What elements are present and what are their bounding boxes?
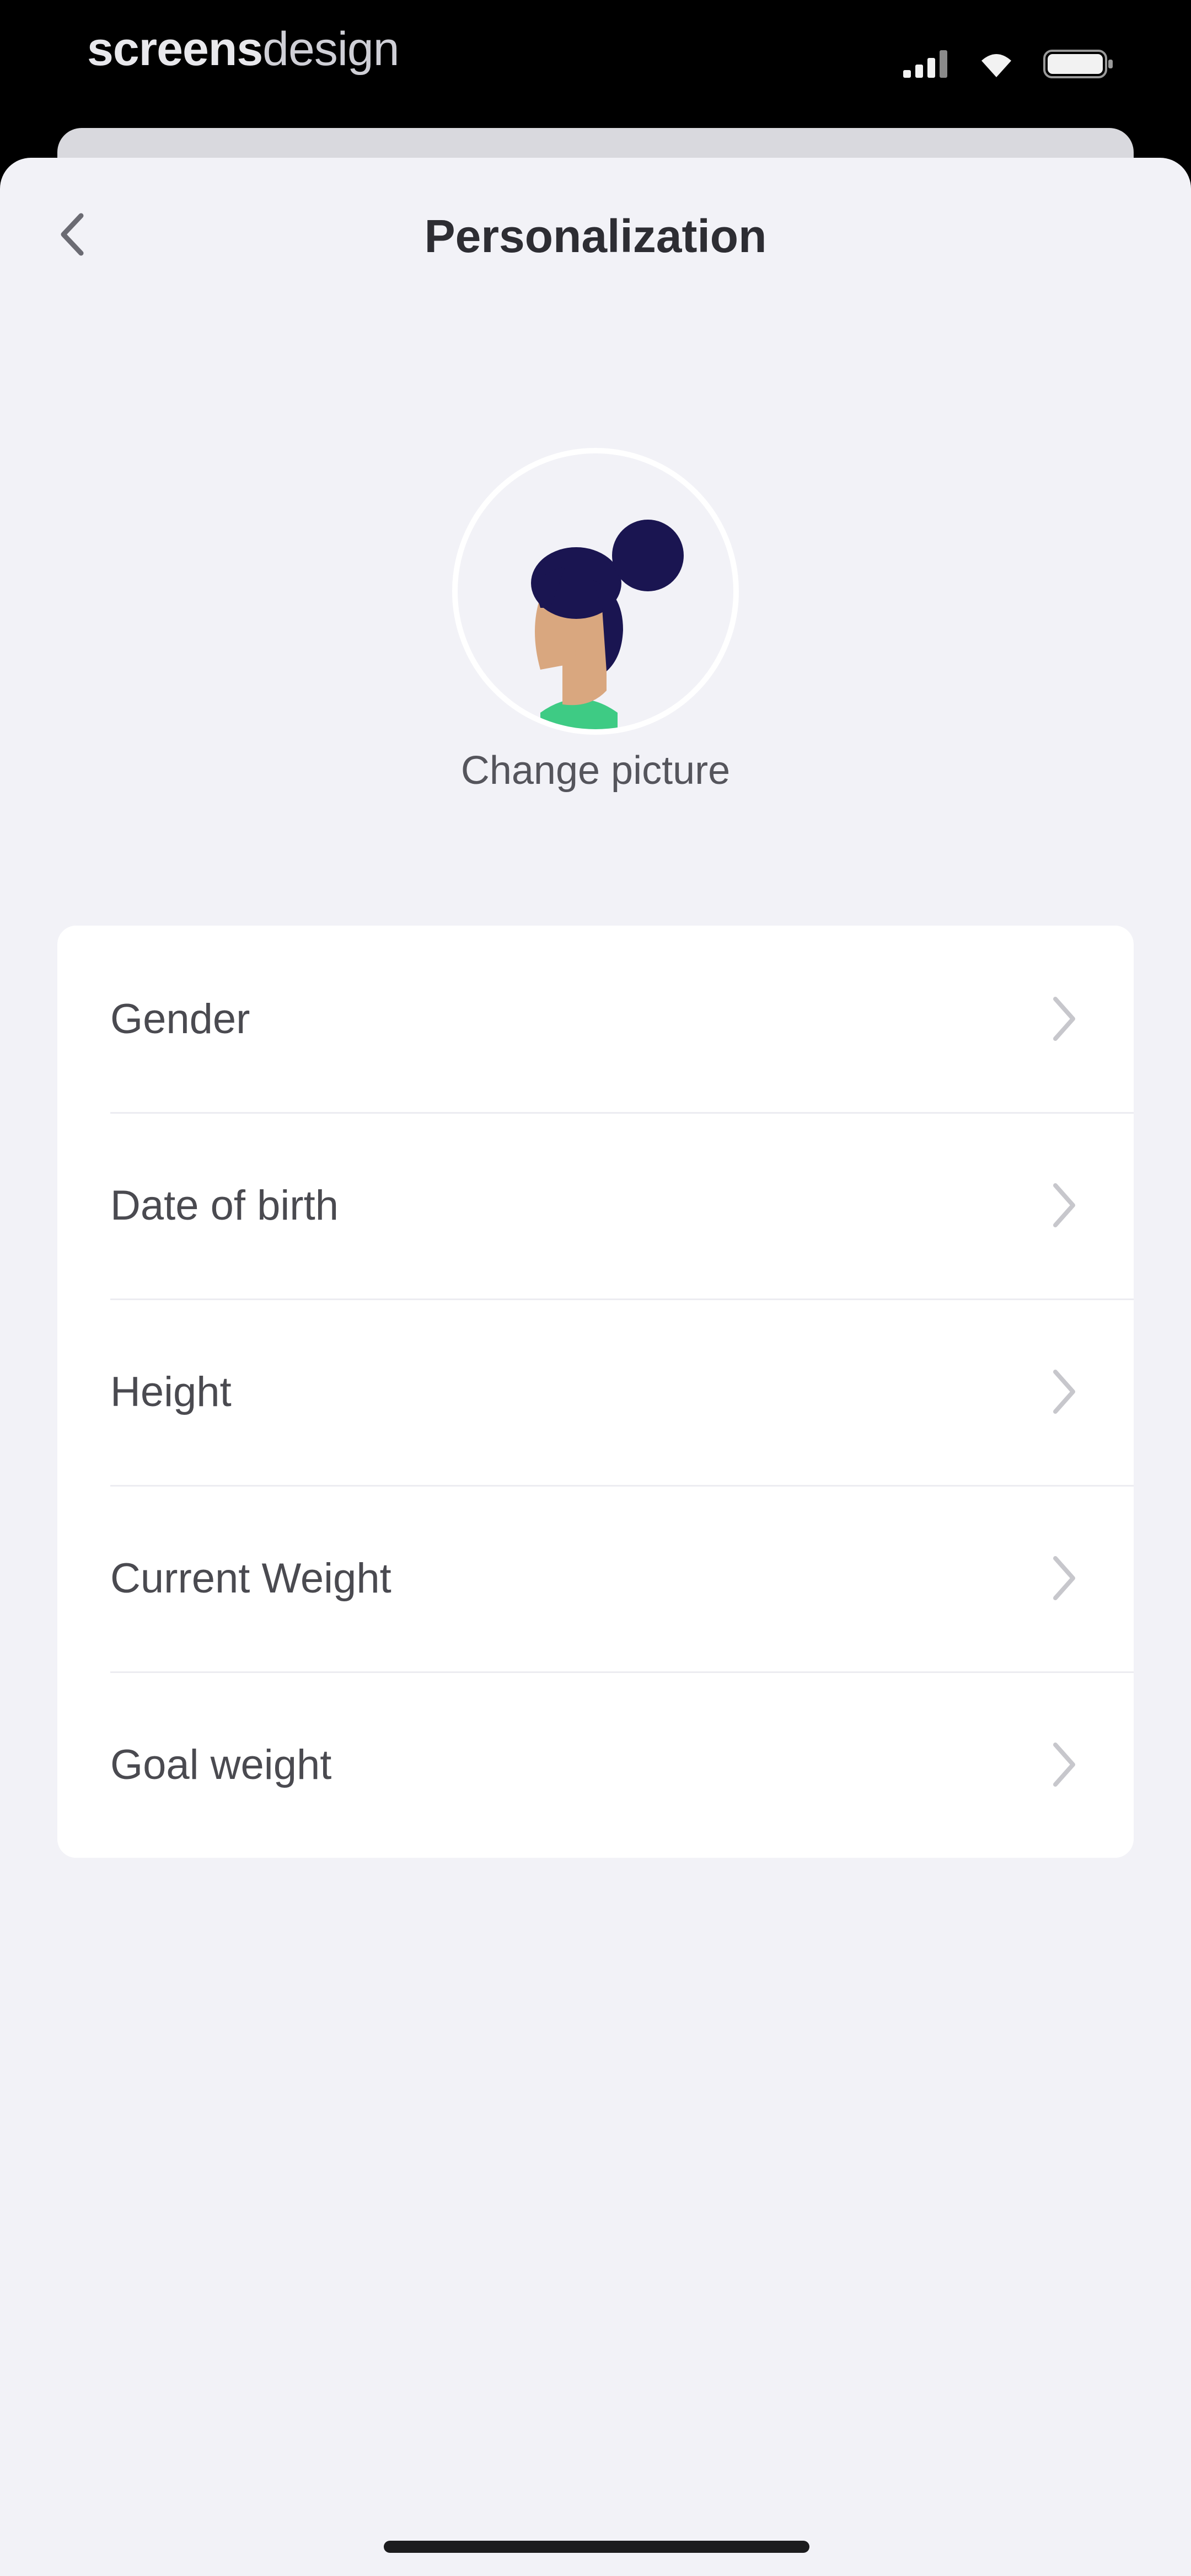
change-picture-button[interactable]: Change picture	[0, 748, 1191, 793]
status-icons	[903, 49, 1114, 79]
chevron-right-icon	[1053, 1556, 1075, 1600]
list-item-height[interactable]: Height	[57, 1298, 1134, 1485]
list-item-gender[interactable]: Gender	[57, 926, 1134, 1112]
woman-avatar-icon	[531, 520, 684, 729]
list-item-label: Height	[110, 1368, 232, 1415]
chevron-right-icon	[1053, 997, 1075, 1041]
personalization-list: Gender Date of birth Height Current Weig…	[57, 926, 1134, 1858]
chevron-right-icon	[1053, 1370, 1075, 1414]
page-title: Personalization	[424, 210, 767, 262]
status-bar: screensdesign	[0, 0, 1191, 132]
battery-icon	[1043, 50, 1113, 78]
list-item-date-of-birth[interactable]: Date of birth	[57, 1112, 1134, 1298]
brand-light-text: design	[262, 23, 399, 76]
list-item-current-weight[interactable]: Current Weight	[57, 1485, 1134, 1671]
wifi-icon	[981, 54, 1011, 77]
home-indicator[interactable]	[384, 2541, 809, 2553]
avatar[interactable]	[452, 448, 739, 735]
cellular-signal-icon	[903, 50, 947, 78]
brand-watermark: screensdesign	[87, 22, 400, 77]
chevron-right-icon	[1053, 1183, 1075, 1227]
list-item-label: Goal weight	[110, 1741, 332, 1788]
list-item-goal-weight[interactable]: Goal weight	[57, 1671, 1134, 1858]
chevron-right-icon	[1053, 1743, 1075, 1787]
brand-bold-text: screens	[87, 23, 263, 76]
list-item-label: Current Weight	[110, 1554, 391, 1602]
list-item-label: Gender	[110, 995, 250, 1043]
list-item-label: Date of birth	[110, 1182, 339, 1229]
